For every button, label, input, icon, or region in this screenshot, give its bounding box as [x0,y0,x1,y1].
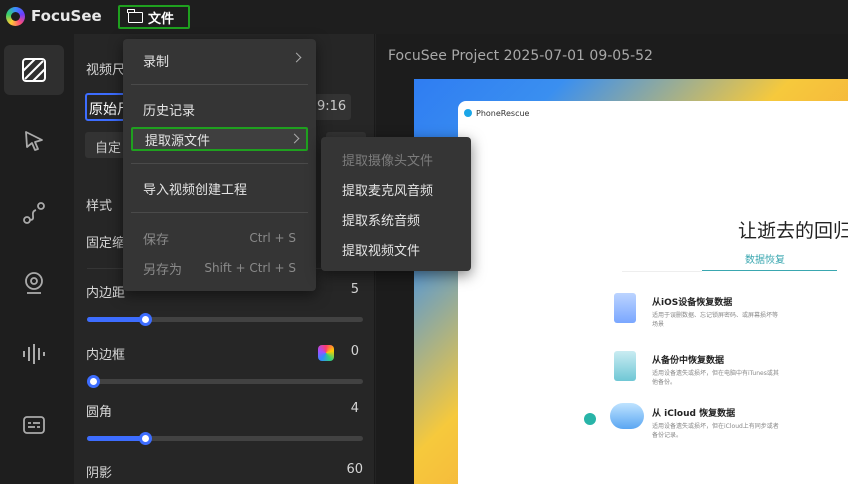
phonerescue-logo-icon [464,109,472,117]
webcam-icon [25,272,43,294]
menu-item-label: 录制 [143,54,170,70]
waveform-icon [23,344,45,364]
recover-item-title: 从 iCloud 恢复数据 [652,409,736,419]
recover-item-desc: 适用于误删数据、忘记锁屏密码、或屏幕损坏等场景 [652,312,779,328]
corner-radius-label: 圆角 [86,405,113,420]
menu-separator [131,212,308,213]
border-slider-knob[interactable] [87,375,100,388]
chevron-right-icon [291,52,302,63]
captured-tab: 数据恢复 [745,255,785,266]
padding-slider[interactable] [87,313,363,326]
icloud-icon [610,403,644,429]
menu-item-extract-source[interactable]: 提取源文件 [131,127,308,151]
menu-item-label: 另存为 [143,262,183,278]
app-name: FocuSee [31,7,102,25]
file-menu-label: 文件 [148,11,175,27]
padding-value: 5 [350,282,359,297]
camera-tool-button[interactable] [4,258,64,308]
backup-icon [614,351,636,381]
padding-slider-knob[interactable] [139,313,152,326]
stripes-icon [22,58,46,82]
background-tool-button[interactable] [4,45,64,95]
project-title: FocuSee Project 2025-07-01 09-05-52 [388,48,653,64]
audio-tool-button[interactable] [4,329,64,379]
submenu-item-extract-video[interactable]: 提取视频文件 [321,236,471,262]
extract-submenu: 提取摄像头文件 提取麦克风音频 提取系统音频 提取视频文件 [321,137,471,271]
video-size-label: 视频尺 [86,63,126,78]
captured-app-title: PhoneRescue [476,109,530,118]
subtitle-tool-button[interactable] [4,400,64,450]
left-toolbar [0,34,74,484]
corner-radius-slider-fill [87,436,145,441]
corner-radius-value: 4 [350,401,359,416]
recover-item-title: 从备份中恢复数据 [652,356,725,366]
cursor-tool-button[interactable] [4,116,64,166]
menu-item-history[interactable]: 历史记录 [131,97,308,121]
file-menu-button[interactable]: 文件 [118,5,190,29]
menu-item-save-as[interactable]: 另存为 Shift + Ctrl + S [131,256,308,280]
submenu-item-extract-mic[interactable]: 提取麦克风音频 [321,176,471,202]
menu-separator [131,84,308,85]
captured-divider [622,271,702,272]
submenu-item-extract-system-audio[interactable]: 提取系统音频 [321,206,471,232]
menu-item-label: 提取源文件 [145,133,211,149]
recover-item: 从 iCloud 恢复数据 适用设备遗失或损坏，但在iCloud上有同步或者备份… [652,406,848,440]
submenu-item-extract-camera[interactable]: 提取摄像头文件 [321,146,471,172]
captured-heading: 让逝去的回归 [738,220,848,242]
shadow-label: 阴影 [86,466,113,481]
menu-item-label: 保存 [143,232,170,248]
caption-icon [23,416,45,434]
recover-item: 从备份中恢复数据 适用设备遗失或损坏，但在电脑中有iTunes或其他备份。 [652,353,848,387]
menu-item-save[interactable]: 保存 Ctrl + S [131,226,308,250]
video-canvas[interactable]: PhoneRescue 让逝去的回归 数据恢复 从iOS设备恢复数据 适用于误删… [414,79,848,484]
path-tool-button[interactable] [4,188,64,238]
corner-radius-slider-knob[interactable] [139,432,152,445]
recover-item-desc: 适用设备遗失或损坏，但在iCloud上有同步或者备份记录。 [652,423,779,439]
menu-item-label: 导入视频创建工程 [143,182,248,198]
recover-item: 从iOS设备恢复数据 适用于误删数据、忘记锁屏密码、或屏幕损坏等场景 [652,295,848,329]
save-as-shortcut: Shift + Ctrl + S [204,261,296,275]
check-circle-icon [584,413,596,425]
ratio-916-option[interactable]: 9:16 [311,94,351,120]
file-dropdown-menu: 录制 历史记录 提取源文件 导入视频创建工程 保存 Ctrl + S 另存为 S… [123,39,316,291]
border-slider[interactable] [87,375,363,388]
save-shortcut: Ctrl + S [249,231,296,245]
fixed-zoom-label: 固定缩 [86,236,126,251]
title-bar: FocuSee 文件 [0,0,848,34]
menu-item-import-video[interactable]: 导入视频创建工程 [131,176,308,200]
ios-device-icon [614,293,636,323]
captured-tab-underline [702,270,837,271]
border-value: 0 [350,344,359,359]
folder-icon [127,8,143,23]
border-label: 内边框 [86,348,126,363]
recover-item-title: 从iOS设备恢复数据 [652,298,733,308]
menu-item-record[interactable]: 录制 [131,48,308,72]
focusee-logo-icon [6,7,25,26]
cursor-icon [25,131,43,151]
shadow-value: 60 [346,462,363,477]
chevron-right-icon [289,133,300,144]
style-label: 样式 [86,199,113,214]
menu-item-label: 历史记录 [143,103,196,119]
path-icon [23,202,45,224]
padding-slider-fill [87,317,145,322]
captured-app-window: PhoneRescue 让逝去的回归 数据恢复 从iOS设备恢复数据 适用于误删… [458,101,848,484]
recover-item-desc: 适用设备遗失或损坏，但在电脑中有iTunes或其他备份。 [652,370,779,386]
menu-separator [131,163,308,164]
padding-label: 内边距 [86,286,126,301]
corner-radius-slider[interactable] [87,432,363,445]
